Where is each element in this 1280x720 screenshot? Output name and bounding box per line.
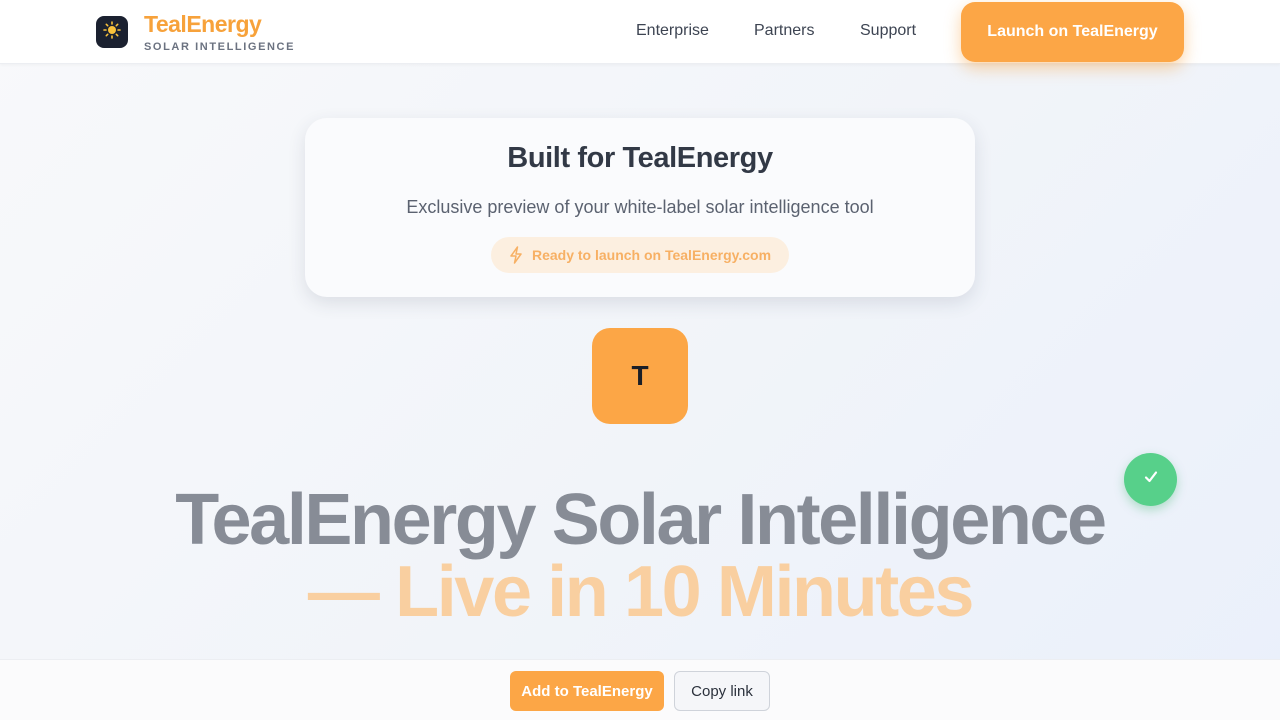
copy-link-button[interactable]: Copy link <box>674 671 770 711</box>
card-description: Exclusive preview of your white-label so… <box>406 197 874 217</box>
brand-subtitle: SOLAR INTELLIGENCE <box>144 41 296 53</box>
top-navigation-bar: TealEnergy SOLAR INTELLIGENCE Enterprise… <box>0 0 1280 64</box>
launch-button[interactable]: Launch on TealEnergy <box>961 2 1184 62</box>
ready-status-pill: Ready to launch on TealEnergy.com <box>491 237 789 273</box>
bottom-action-bar: Add to TealEnergy Copy link <box>0 659 1280 720</box>
nav-link-partners[interactable]: Partners <box>754 22 814 40</box>
nav-link-enterprise[interactable]: Enterprise <box>636 22 709 40</box>
sun-icon <box>103 20 121 44</box>
card-title: Built for TealEnergy <box>507 142 773 174</box>
brand-avatar: T <box>592 328 688 424</box>
ready-status-text: Ready to launch on TealEnergy.com <box>531 247 772 263</box>
nav-link-support[interactable]: Support <box>860 22 916 40</box>
add-to-tealenergy-button[interactable]: Add to TealEnergy <box>510 671 664 711</box>
preview-card: Built for TealEnergy Exclusive preview o… <box>305 118 975 297</box>
brand-name[interactable]: TealEnergy <box>144 11 262 38</box>
lightning-icon <box>509 246 523 264</box>
hero-subheadline: — Live in 10 Minutes <box>307 552 975 632</box>
brand-logo[interactable] <box>96 16 128 48</box>
